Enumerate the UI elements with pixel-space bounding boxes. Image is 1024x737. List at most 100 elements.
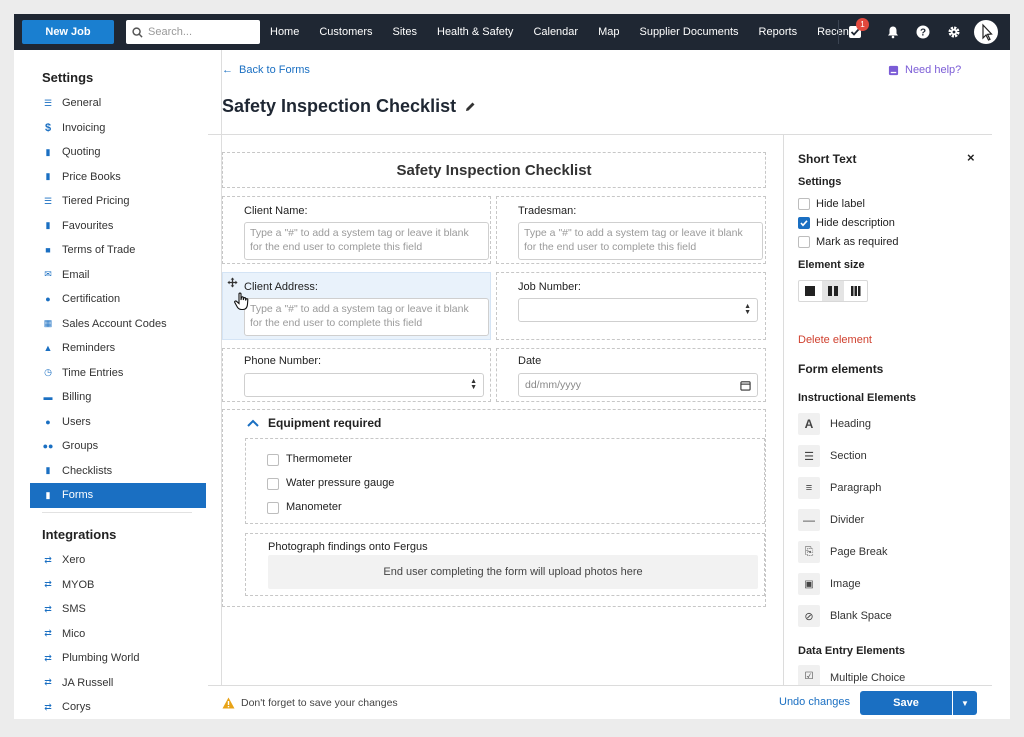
- form-heading: Safety Inspection Checklist: [396, 162, 592, 179]
- sidebar-item-myob[interactable]: ⇄ MYOB: [30, 573, 206, 598]
- sidebar-item-certification[interactable]: ● Certification: [30, 287, 206, 312]
- thermometer-checkbox[interactable]: [267, 454, 279, 466]
- nav-customers[interactable]: Customers: [319, 26, 372, 38]
- notifications-button[interactable]: [878, 14, 908, 50]
- sidebar-item-tiered-pricing[interactable]: ☰ Tiered Pricing: [30, 189, 206, 214]
- svg-text:?: ?: [920, 28, 926, 39]
- element-paragraph[interactable]: ≡ Paragraph: [798, 475, 881, 501]
- close-icon[interactable]: ×: [967, 150, 975, 165]
- sidebar-item-favourites[interactable]: ▮ Favourites: [30, 214, 206, 239]
- search-icon: [132, 26, 143, 38]
- tradesman-block[interactable]: Tradesman: Type a "#" to add a system ta…: [496, 196, 766, 264]
- nav-reports[interactable]: Reports: [759, 26, 798, 38]
- client-address-block[interactable]: Client Address: Type a "#" to add a syst…: [222, 272, 491, 340]
- sidebar-item-price-books[interactable]: ▮ Price Books: [30, 165, 206, 190]
- tasks-button[interactable]: 1: [840, 14, 870, 50]
- hide-description-text: Hide description: [816, 217, 895, 229]
- sidebar-item-quoting[interactable]: ▮ Quoting: [30, 140, 206, 165]
- data-entry-heading: Data Entry Elements: [798, 645, 905, 657]
- mark-required-checkbox[interactable]: [798, 236, 810, 248]
- hide-label-checkbox[interactable]: [798, 198, 810, 210]
- manometer-checkbox[interactable]: [267, 502, 279, 514]
- half-width-icon: [828, 286, 838, 296]
- chevron-up-icon[interactable]: [247, 419, 259, 427]
- nav-health-safety[interactable]: Health & Safety: [437, 26, 513, 38]
- bell-icon: ▲: [43, 343, 53, 354]
- sidebar-item-email[interactable]: ✉ Email: [30, 263, 206, 288]
- sidebar-item-billing[interactable]: ▬ Billing: [30, 385, 206, 410]
- tradesman-input[interactable]: Type a "#" to add a system tag or leave …: [518, 222, 763, 260]
- select-arrows-icon: ▲ ▼: [744, 303, 751, 316]
- search-input[interactable]: [148, 26, 253, 38]
- settings-button[interactable]: [939, 14, 969, 50]
- sidebar-item-reminders[interactable]: ▲ Reminders: [30, 336, 206, 361]
- nav-home[interactable]: Home: [270, 26, 299, 38]
- sidebar-item-terms-of-trade[interactable]: ■ Terms of Trade: [30, 238, 206, 263]
- sidebar-item-plumbing-world[interactable]: ⇄ Plumbing World: [30, 646, 206, 671]
- sidebar-item-sales-account-codes[interactable]: ▦ Sales Account Codes: [30, 312, 206, 337]
- client-address-label: Client Address:: [244, 281, 318, 293]
- phone-number-label: Phone Number:: [244, 355, 322, 367]
- client-address-input[interactable]: Type a "#" to add a system tag or leave …: [244, 298, 489, 336]
- form-heading-block[interactable]: Safety Inspection Checklist: [222, 152, 766, 188]
- calendar-icon[interactable]: [740, 380, 751, 391]
- pencil-icon[interactable]: [464, 101, 476, 113]
- back-to-forms-link[interactable]: ← Back to Forms: [222, 64, 310, 76]
- save-options-button[interactable]: ▼: [953, 691, 977, 715]
- sidebar-item-forms[interactable]: ▮ Forms: [30, 483, 206, 508]
- job-number-label: Job Number:: [518, 281, 581, 293]
- element-section[interactable]: ☰ Section: [798, 443, 867, 469]
- user-avatar[interactable]: [974, 20, 998, 44]
- water-pressure-gauge-checkbox[interactable]: [267, 478, 279, 490]
- sidebar-item-groups[interactable]: ●● Groups: [30, 434, 206, 459]
- size-half-button[interactable]: [821, 281, 845, 301]
- sidebar-item-ja-russell[interactable]: ⇄ JA Russell: [30, 671, 206, 696]
- equipment-checklist[interactable]: Thermometer Water pressure gauge Manomet…: [245, 438, 765, 524]
- job-number-select[interactable]: ▲ ▼: [518, 298, 758, 322]
- date-input[interactable]: dd/mm/yyyy: [518, 373, 758, 397]
- need-help-link[interactable]: Need help?: [888, 64, 961, 76]
- undo-changes-link[interactable]: Undo changes: [779, 696, 850, 708]
- save-button[interactable]: Save: [860, 691, 952, 715]
- delete-element-link[interactable]: Delete element: [798, 334, 872, 346]
- sync-icon: ⇄: [44, 652, 52, 663]
- sidebar-item-mico[interactable]: ⇄ Mico: [30, 622, 206, 647]
- job-number-block[interactable]: Job Number: ▲ ▼: [496, 272, 766, 340]
- size-third-button[interactable]: [844, 281, 867, 301]
- photo-upload-area[interactable]: End user completing the form will upload…: [268, 555, 758, 589]
- nav-map[interactable]: Map: [598, 26, 619, 38]
- size-full-button[interactable]: [799, 281, 822, 301]
- element-divider[interactable]: — Divider: [798, 507, 864, 533]
- phone-number-select[interactable]: ▲ ▼: [244, 373, 484, 397]
- nav-sites[interactable]: Sites: [393, 26, 417, 38]
- sidebar-item-checklists[interactable]: ▮ Checklists: [30, 459, 206, 484]
- sidebar-item-xero[interactable]: ⇄ Xero: [30, 548, 206, 573]
- nav-calendar[interactable]: Calendar: [533, 26, 578, 38]
- help-button[interactable]: ?: [908, 14, 938, 50]
- sidebar-item-sms[interactable]: ⇄ SMS: [30, 597, 206, 622]
- nav-supplier-documents[interactable]: Supplier Documents: [639, 26, 738, 38]
- element-multiple-choice[interactable]: ☑ Multiple Choice: [798, 665, 905, 685]
- date-block[interactable]: Date dd/mm/yyyy: [496, 348, 766, 402]
- search-box[interactable]: [126, 20, 260, 44]
- move-icon[interactable]: [227, 277, 238, 288]
- element-blank-space[interactable]: ⊘ Blank Space: [798, 603, 892, 629]
- sidebar-item-invoicing[interactable]: $ Invoicing: [30, 116, 206, 141]
- new-job-button[interactable]: New Job: [22, 20, 114, 44]
- sidebar-item-corys[interactable]: ⇄ Corys: [30, 695, 206, 720]
- panel-title: Short Text: [798, 152, 857, 166]
- hide-description-checkbox[interactable]: [798, 217, 810, 229]
- client-name-block[interactable]: Client Name: Type a "#" to add a system …: [222, 196, 491, 264]
- phone-number-block[interactable]: Phone Number: ▲ ▼: [222, 348, 491, 402]
- sidebar-item-time-entries[interactable]: ◷ Time Entries: [30, 361, 206, 386]
- equipment-section[interactable]: Equipment required Thermometer Water pre…: [222, 409, 766, 607]
- photo-upload-block[interactable]: Photograph findings onto Fergus End user…: [245, 533, 765, 596]
- client-name-input[interactable]: Type a "#" to add a system tag or leave …: [244, 222, 489, 260]
- element-heading[interactable]: A Heading: [798, 411, 871, 437]
- element-page-break[interactable]: ⎘ Page Break: [798, 539, 887, 565]
- checklist-icon: ▮: [45, 465, 51, 476]
- settings-heading: Settings: [42, 70, 94, 85]
- sidebar-item-users[interactable]: ● Users: [30, 410, 206, 435]
- element-image[interactable]: ▣ Image: [798, 571, 861, 597]
- sidebar-item-general[interactable]: ☰ General: [30, 91, 206, 116]
